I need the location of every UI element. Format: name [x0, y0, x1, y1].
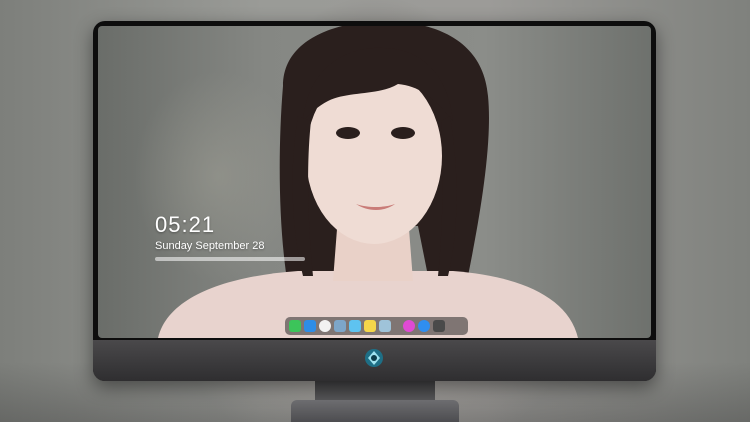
photos-icon[interactable] — [379, 320, 391, 332]
subtitle-line — [155, 257, 305, 261]
itunes-icon[interactable] — [403, 320, 415, 332]
clock-icon[interactable] — [319, 320, 331, 332]
finder-icon[interactable] — [349, 320, 361, 332]
messages-icon[interactable] — [289, 320, 301, 332]
desktop-screen: 05:21 Sunday September 28 — [98, 26, 651, 338]
monitor-chin — [93, 340, 656, 381]
dock — [285, 317, 468, 335]
brand-logo-icon — [365, 349, 383, 367]
monitor-stand — [291, 400, 459, 422]
camera-icon[interactable] — [433, 320, 445, 332]
mail-icon[interactable] — [304, 320, 316, 332]
lock-date: Sunday September 28 — [155, 240, 265, 252]
app-store-icon[interactable] — [418, 320, 430, 332]
notes-icon[interactable] — [364, 320, 376, 332]
wallpaper-portrait — [158, 26, 578, 338]
preview-icon[interactable] — [334, 320, 346, 332]
monitor: 05:21 Sunday September 28 — [93, 21, 656, 381]
lock-clock: 05:21 — [155, 212, 216, 237]
